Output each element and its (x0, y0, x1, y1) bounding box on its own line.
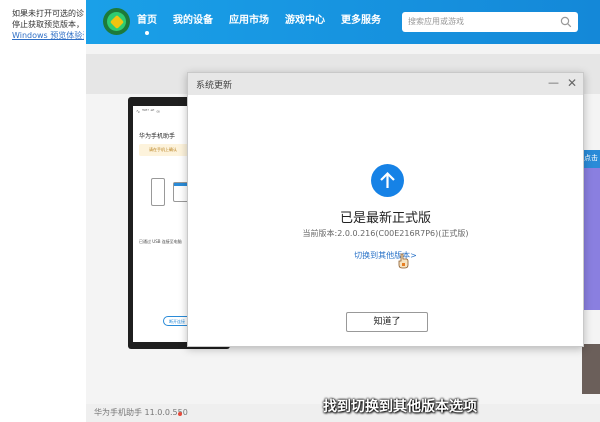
phone-disconnect-label: 断开连接 (169, 319, 185, 324)
nav-game-center[interactable]: 游戏中心 (285, 14, 325, 28)
nav-home[interactable]: 首页 (137, 14, 157, 35)
search-box[interactable]: 搜索应用或游戏 (402, 12, 578, 32)
search-icon[interactable] (560, 16, 572, 28)
dialog-title: 系统更新 (196, 81, 233, 91)
video-subtitle: 找到切换到其他版本选项 (0, 396, 600, 416)
main-nav: 首页 我的设备 应用市场 游戏中心 更多服务 (137, 14, 397, 35)
nav-my-devices[interactable]: 我的设备 (173, 14, 213, 28)
doc-line: 停止获取预览版本， (12, 20, 84, 29)
phone-status-bar: ∿ 'ᴺᴱ' ᵃᴱ ∞ (136, 109, 161, 115)
got-it-button[interactable]: 知道了 (346, 312, 428, 332)
side-banner (582, 150, 600, 310)
side-banner-dark (582, 344, 600, 394)
nav-more-services[interactable]: 更多服务 (341, 14, 381, 28)
phone-notice-text: 请在手机上确认 (149, 147, 177, 152)
side-tab-label: 点击 (584, 154, 598, 162)
doc-link[interactable]: Windows 预览体验计 (12, 30, 84, 41)
side-tab[interactable]: 点击 (582, 150, 600, 168)
system-update-dialog: 系统更新 — ✕ 已是最新正式版 当前版本:2.0.0.216(C00E216R… (187, 72, 584, 347)
switch-version-link[interactable]: 切换到其他版本> (188, 250, 583, 261)
phone-connection-caption: 已通过 USB 连接至电脑 (139, 239, 182, 244)
minimize-icon[interactable]: — (548, 76, 559, 89)
phone-title: 华为手机助手 (139, 133, 176, 140)
dialog-header: 系统更新 — ✕ (188, 73, 583, 95)
background-document: 如果未打开可选的诊 停止获取预览版本， Windows 预览体验计 (0, 0, 86, 422)
close-icon[interactable]: ✕ (567, 76, 577, 90)
doc-line: 如果未打开可选的诊 (12, 9, 84, 18)
search-input[interactable]: 搜索应用或游戏 (408, 16, 464, 27)
update-status-heading: 已是最新正式版 (339, 211, 431, 226)
video-subtitle-text: 找到切换到其他版本选项 (323, 399, 477, 415)
top-navigation-bar: 首页 我的设备 应用市场 游戏中心 更多服务 搜索应用或游戏 (86, 0, 600, 44)
nav-app-market[interactable]: 应用市场 (229, 14, 269, 28)
phone-device-icon (151, 178, 165, 206)
current-version-text: 当前版本:2.0.0.216(C00E216R7P6)(正式版) (302, 229, 469, 238)
arrow-up-icon (371, 164, 404, 197)
app-logo[interactable] (103, 8, 130, 35)
hand-cursor-icon (398, 253, 409, 269)
